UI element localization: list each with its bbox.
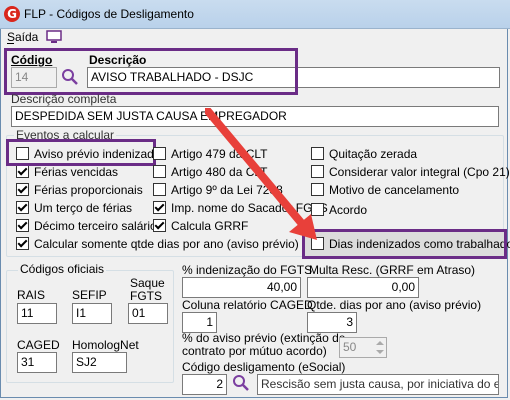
title-bar: G FLP - Códigos de Desligamento bbox=[0, 0, 510, 29]
checkbox-label: Considerar valor integral (Cpo 21) bbox=[329, 165, 510, 179]
checkbox-label: Férias vencidas bbox=[34, 165, 119, 179]
caged-label: CAGED bbox=[17, 338, 60, 352]
caged-field[interactable]: 31 bbox=[17, 352, 57, 373]
codigos-oficiais-label: Códigos oficiais bbox=[18, 262, 107, 276]
checkbox-box[interactable] bbox=[16, 165, 29, 178]
menu-saida[interactable]: Saída bbox=[7, 30, 38, 44]
checkbox-label: Acordo bbox=[329, 203, 368, 217]
codigo-descricao-highlight bbox=[4, 48, 298, 95]
saida-underline bbox=[7, 43, 14, 44]
codigo-desligamento-label: Código desligamento (eSocial) bbox=[182, 360, 346, 374]
qtde-dias-field[interactable]: 3 bbox=[307, 312, 357, 333]
checkbox-label: Décimo terceiro salário bbox=[34, 219, 157, 233]
checkbox-label: Motivo de cancelamento bbox=[329, 183, 460, 197]
checkbox-quitacao-zerada[interactable]: Quitação zerada bbox=[311, 147, 417, 163]
search-icon[interactable] bbox=[232, 374, 250, 392]
checkbox-box[interactable] bbox=[153, 219, 166, 232]
pct-aviso-label-2: contrato por mútuo acordo) bbox=[182, 344, 327, 358]
homolognet-field[interactable]: SJ2 bbox=[72, 352, 127, 373]
app-logo-icon: G bbox=[4, 6, 20, 22]
checkbox-box[interactable] bbox=[16, 219, 29, 232]
checkbox-box[interactable] bbox=[16, 237, 29, 250]
descricao-completa-label: Descrição completa bbox=[11, 92, 117, 106]
checkbox-considerar-valor[interactable]: Considerar valor integral (Cpo 21) bbox=[311, 165, 510, 181]
checkbox-box[interactable] bbox=[16, 201, 29, 214]
window-title: FLP - Códigos de Desligamento bbox=[24, 7, 194, 21]
checkbox-motivo-cancelamento[interactable]: Motivo de cancelamento bbox=[311, 183, 459, 199]
sefip-field[interactable]: I1 bbox=[72, 303, 112, 324]
dias-indenizados-highlight bbox=[302, 229, 507, 259]
menu-bar: Saída bbox=[0, 28, 510, 48]
codigo-desligamento-desc: Rescisão sem justa causa, por iniciativa… bbox=[257, 374, 499, 395]
homolognet-label: HomologNet bbox=[72, 338, 139, 352]
checkbox-box[interactable] bbox=[153, 183, 166, 196]
rais-field[interactable]: 11 bbox=[17, 303, 57, 324]
multa-resc-label: Multa Resc. (GRRF em Atraso) bbox=[309, 263, 476, 277]
saque-fgts-field[interactable]: 01 bbox=[128, 303, 168, 324]
sefip-label: SEFIP bbox=[72, 288, 107, 302]
codigo-desligamento-field[interactable]: 2 bbox=[182, 374, 227, 395]
coluna-caged-label: Coluna relatório CAGED bbox=[182, 298, 313, 312]
checkbox-box[interactable] bbox=[153, 147, 166, 160]
checkbox-label: Quitação zerada bbox=[329, 147, 418, 161]
checkbox-label: Férias proporcionais bbox=[34, 183, 143, 197]
pct-indenizacao-label: % indenização do FGTS bbox=[182, 263, 313, 277]
checkbox-ferias-proporcionais[interactable]: Férias proporcionais bbox=[16, 183, 143, 199]
saque-label: Saque bbox=[130, 276, 165, 290]
rais-label: RAIS bbox=[17, 288, 46, 302]
aviso-previo-highlight bbox=[6, 139, 156, 166]
pct-indenizacao-field[interactable]: 40,00 bbox=[182, 277, 301, 298]
checkbox-um-terco-ferias[interactable]: Um terço de férias bbox=[16, 201, 132, 217]
arrow-icon bbox=[205, 108, 317, 240]
qtde-dias-label: Qtde. dias por ano (aviso prévio) bbox=[307, 298, 482, 312]
coluna-caged-field[interactable]: 1 bbox=[182, 312, 217, 333]
checkbox-box[interactable] bbox=[153, 165, 166, 178]
pct-aviso-label-1: % do aviso prévio (extinção de bbox=[182, 331, 346, 345]
multa-resc-field[interactable]: 0,00 bbox=[307, 277, 419, 298]
checkbox-box[interactable] bbox=[153, 201, 166, 214]
checkbox-decimo-terceiro[interactable]: Décimo terceiro salário bbox=[16, 219, 157, 235]
checkbox-ferias-vencidas[interactable]: Férias vencidas bbox=[16, 165, 118, 181]
spinner-arrows-icon[interactable] bbox=[374, 338, 386, 357]
fgts-label: FGTS bbox=[130, 289, 162, 303]
checkbox-label: Um terço de férias bbox=[34, 201, 133, 215]
checkbox-box[interactable] bbox=[16, 183, 29, 196]
monitor-icon[interactable] bbox=[46, 30, 62, 44]
